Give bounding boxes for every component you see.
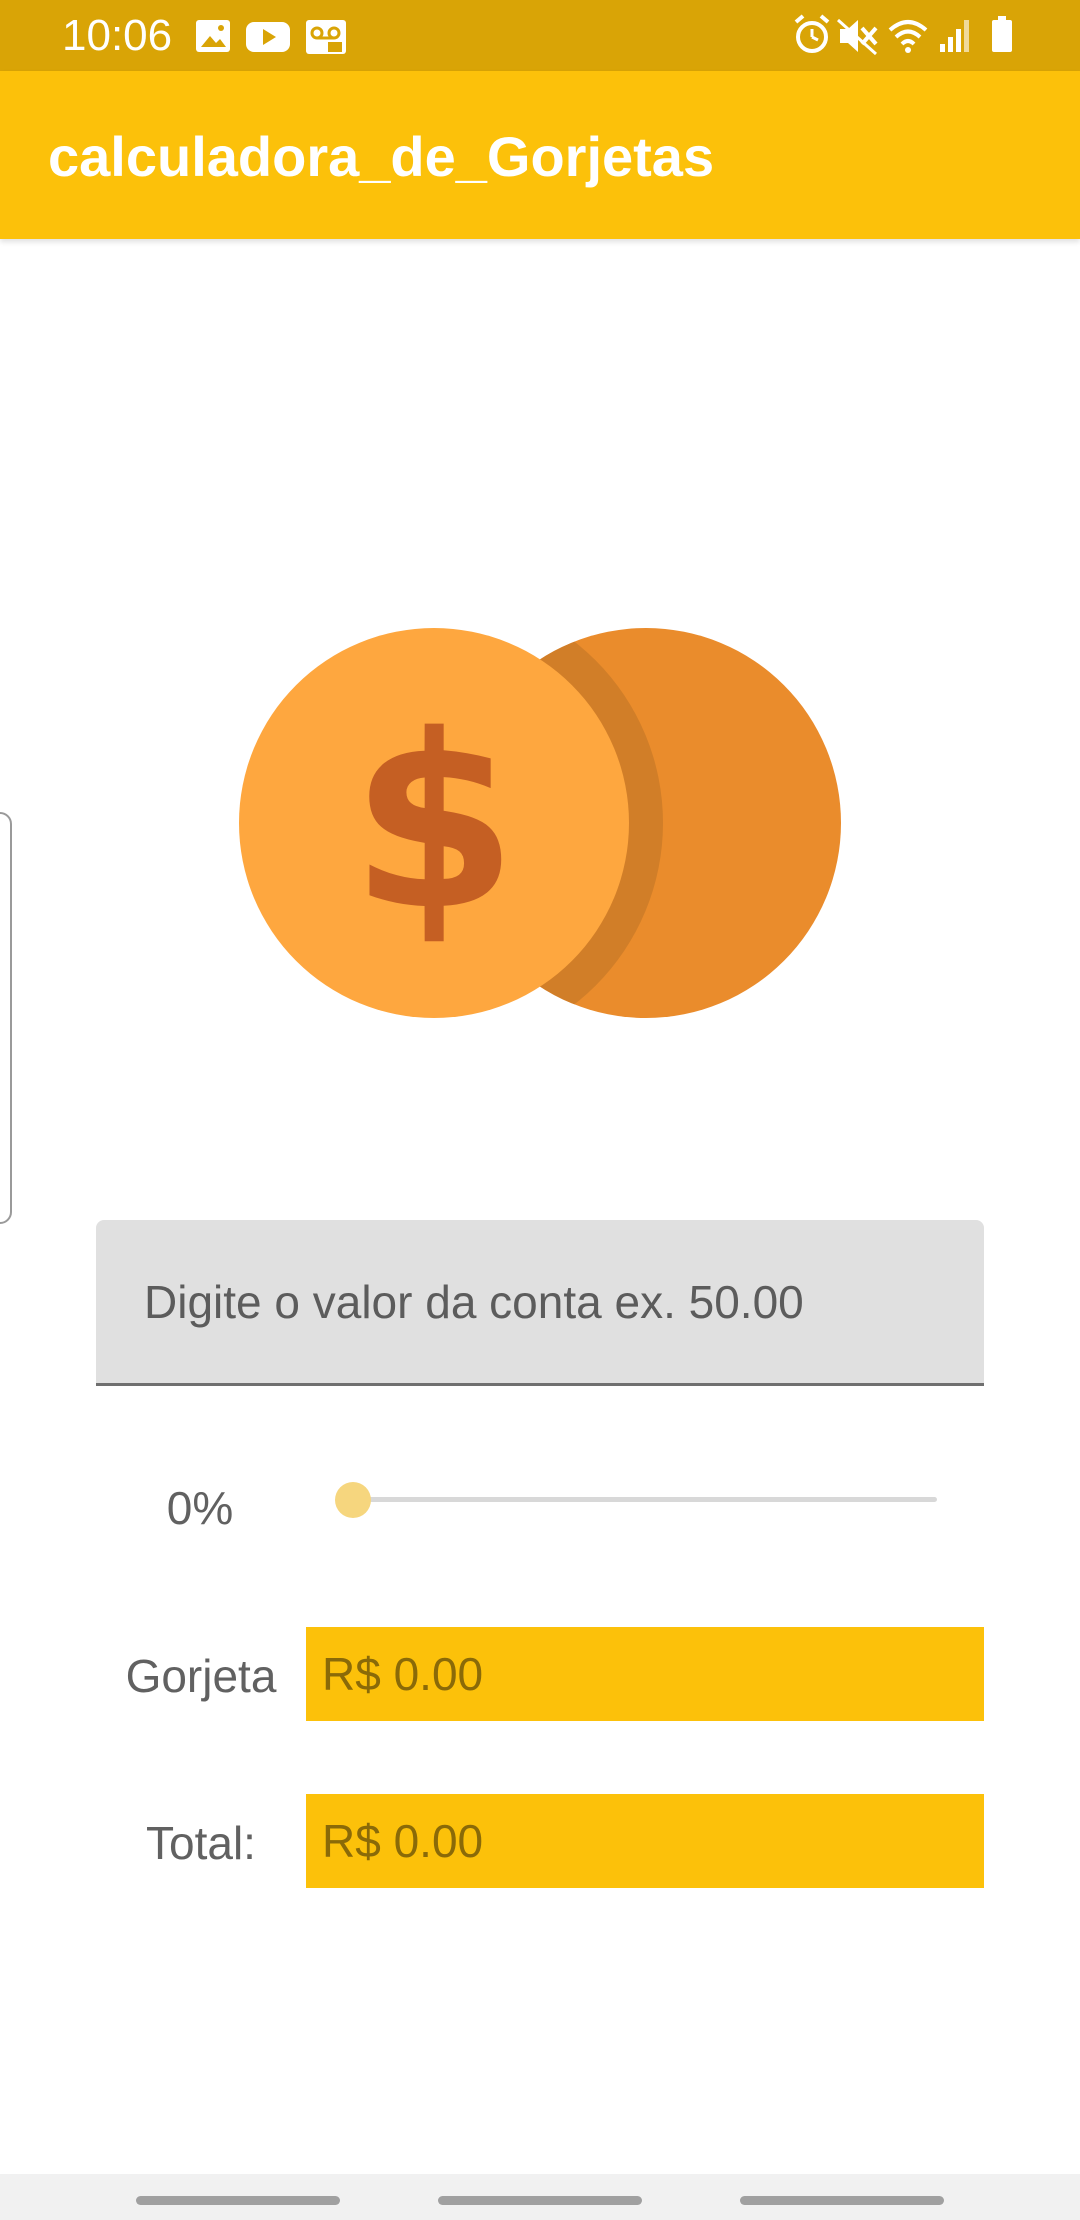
coins-dollar-icon: $ (239, 628, 841, 1018)
status-time: 10:06 (62, 11, 173, 60)
app-title: calculadora_de_Gorjetas (48, 125, 715, 188)
tip-label: Gorjeta (125, 1650, 277, 1702)
signal-icon (940, 20, 969, 52)
tip-value: R$ 0.00 (322, 1648, 484, 1700)
nav-back-button[interactable] (740, 2196, 944, 2205)
edge-panel-handle[interactable] (0, 812, 12, 1224)
battery-icon (992, 16, 1012, 52)
bill-input-container (96, 1220, 984, 1386)
tip-percent-label: 0% (166, 1482, 234, 1534)
alarm-icon (794, 14, 830, 53)
svg-text:$: $ (351, 683, 518, 963)
youtube-icon (246, 22, 290, 52)
image-icon (196, 20, 230, 52)
total-label: Total: (146, 1817, 256, 1869)
nav-recents-button[interactable] (136, 2196, 340, 2205)
total-value: R$ 0.00 (322, 1815, 484, 1867)
wifi-icon (888, 20, 928, 53)
status-right-icons (794, 14, 1012, 56)
mute-icon (836, 18, 878, 56)
tip-slider-thumb[interactable] (335, 1482, 371, 1518)
total-value-box: R$ 0.00 (306, 1794, 984, 1888)
bill-amount-input[interactable] (96, 1220, 984, 1383)
tip-slider-track[interactable] (353, 1497, 937, 1502)
tip-value-box: R$ 0.00 (306, 1627, 984, 1721)
voicemail-icon (306, 20, 346, 54)
navigation-bar (0, 2174, 1080, 2220)
status-bar: 10:06 (0, 0, 1080, 71)
nav-home-button[interactable] (438, 2196, 642, 2205)
status-left-icons (196, 20, 346, 54)
